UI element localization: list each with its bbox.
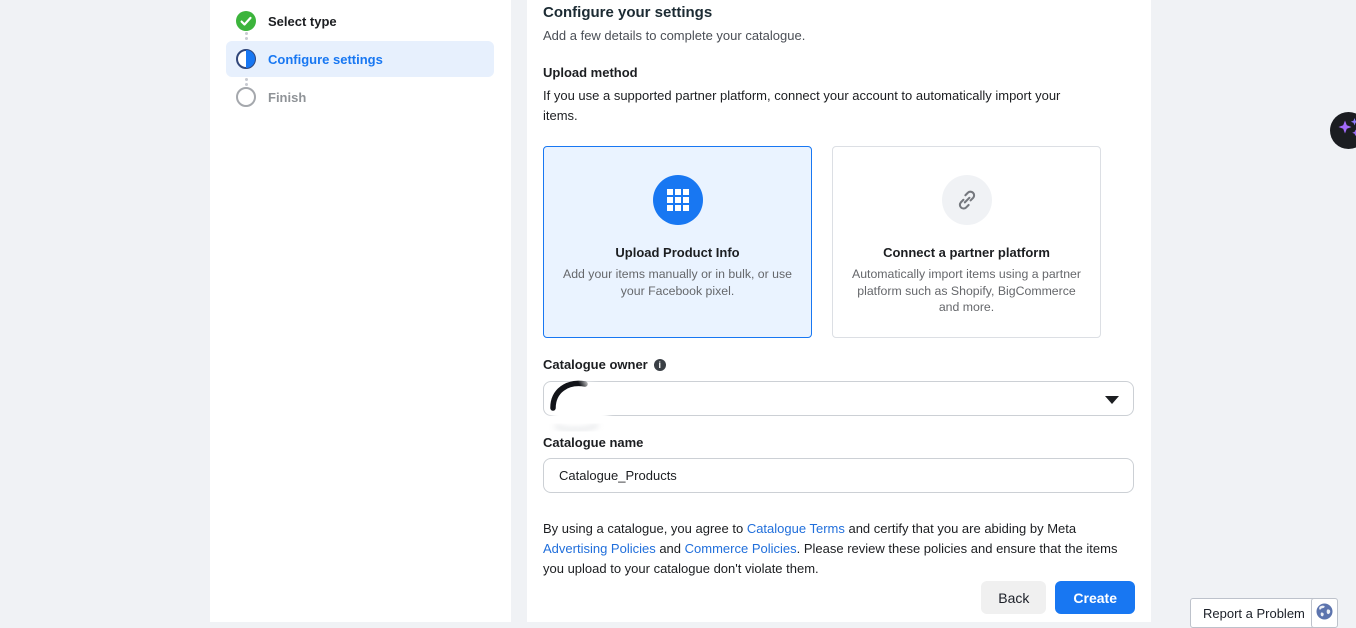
create-button[interactable]: Create — [1055, 581, 1135, 614]
page-title: Configure your settings — [543, 4, 1134, 21]
legal-text-segment: and certify that you are abiding by Meta — [845, 521, 1076, 536]
globe-icon — [1316, 603, 1333, 623]
upload-method-label: Upload method — [543, 65, 1134, 80]
step-configure-settings[interactable]: Configure settings — [226, 41, 494, 77]
upload-method-cards: Upload Product Info Add your items manua… — [543, 146, 1134, 338]
catalogue-creation-page: { "stepper": { "steps": [ { "label": "Se… — [0, 0, 1356, 622]
stepper-connector-dot — [245, 37, 248, 40]
commerce-policies-link[interactable]: Commerce Policies — [685, 541, 797, 556]
link-icon — [942, 175, 992, 225]
step-label: Finish — [268, 90, 306, 105]
step-label: Configure settings — [268, 52, 383, 67]
catalogue-owner-label: Catalogue owner i — [543, 357, 1134, 372]
info-icon[interactable]: i — [654, 359, 666, 371]
sparkles-icon — [1336, 115, 1356, 146]
page-subtitle: Add a few details to complete your catal… — [543, 28, 1134, 43]
check-circle-icon — [236, 11, 256, 31]
catalogue-name-label: Catalogue name — [543, 435, 1134, 450]
redacted-owner-avatar — [542, 372, 618, 434]
empty-circle-icon — [236, 87, 256, 107]
legal-text-segment: By using a catalogue, you agree to — [543, 521, 747, 536]
half-filled-circle-icon — [236, 49, 256, 69]
catalogue-owner-select[interactable] — [543, 381, 1134, 416]
language-globe-button[interactable] — [1311, 598, 1338, 628]
card-connect-partner-platform[interactable]: Connect a partner platform Automatically… — [832, 146, 1101, 338]
catalogue-terms-link[interactable]: Catalogue Terms — [747, 521, 845, 536]
catalogue-owner-label-text: Catalogue owner — [543, 357, 648, 372]
card-title: Upload Product Info — [558, 245, 797, 260]
legal-text-segment: and — [656, 541, 685, 556]
card-description: Add your items manually or in bulk, or u… — [558, 266, 797, 299]
upload-method-description: If you use a supported partner platform,… — [543, 86, 1091, 126]
catalogue-name-label-text: Catalogue name — [543, 435, 643, 450]
card-title: Connect a partner platform — [847, 245, 1086, 260]
step-finish[interactable]: Finish — [226, 84, 494, 110]
step-label: Select type — [268, 14, 337, 29]
chevron-down-icon — [1105, 396, 1119, 404]
card-upload-product-info[interactable]: Upload Product Info Add your items manua… — [543, 146, 812, 338]
report-a-problem-button[interactable]: Report a Problem — [1190, 598, 1318, 628]
step-select-type[interactable]: Select type — [226, 8, 494, 34]
wizard-actions: Back Create — [981, 581, 1135, 614]
stepper-connector-dot — [245, 32, 248, 35]
advertising-policies-link[interactable]: Advertising Policies — [543, 541, 656, 556]
grid-icon — [653, 175, 703, 225]
legal-text: By using a catalogue, you agree to Catal… — [543, 519, 1131, 579]
catalogue-name-input[interactable] — [543, 458, 1134, 493]
configure-settings-panel: Configure your settings Add a few detail… — [527, 0, 1151, 622]
card-description: Automatically import items using a partn… — [847, 266, 1086, 316]
stepper-connector-dot — [245, 78, 248, 81]
back-button[interactable]: Back — [981, 581, 1046, 614]
meta-ai-button[interactable] — [1330, 112, 1356, 149]
stepper-sidebar: Select type Configure settings Finish — [210, 0, 511, 622]
